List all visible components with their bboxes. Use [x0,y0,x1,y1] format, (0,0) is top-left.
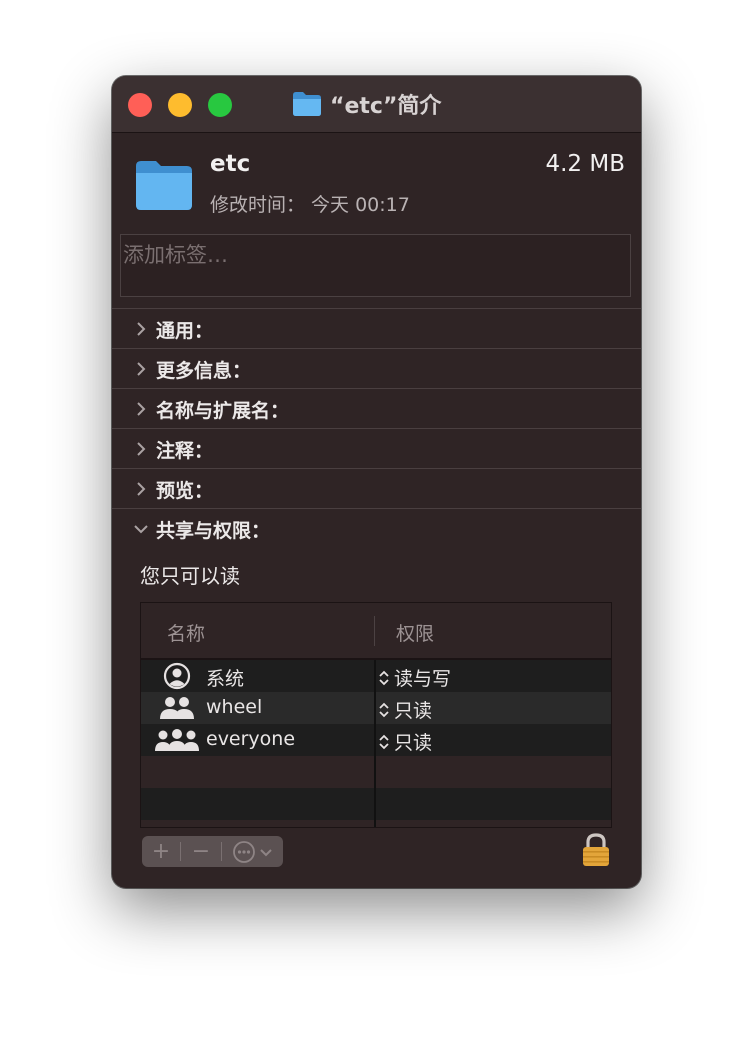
privilege-value: 只读 [394,700,433,722]
add-button[interactable]: + [142,836,180,867]
updown-arrows-icon [379,670,389,685]
permission-note: 您只可以读 [140,564,240,588]
table-row-empty [141,788,611,820]
title-bar[interactable]: “etc”简介 [112,76,641,133]
section-label: 通用： [156,319,214,342]
table-row-empty [141,756,611,788]
table-row[interactable]: 系统 读与写 [141,660,611,692]
section-label: 注释： [156,439,214,462]
window-title-text: “etc”简介 [330,94,442,119]
action-menu-button[interactable] [222,836,282,867]
privilege-popup[interactable]: 读与写 [378,664,451,691]
folder-icon [136,161,192,210]
chevron-down-icon [259,848,272,856]
privilege-popup[interactable]: 只读 [378,728,432,755]
close-button[interactable] [128,93,152,117]
updown-arrows-icon [379,734,389,749]
column-divider [374,616,375,646]
table-row[interactable]: wheel 只读 [141,692,611,724]
user-circle-icon [153,662,201,690]
group-icon [153,694,201,722]
section-preview[interactable]: 预览： [112,468,641,509]
privilege-value: 只读 [394,732,433,754]
chevron-right-icon[interactable] [132,400,150,418]
row-name: 系统 [206,668,245,690]
file-size: 4.2 MB [545,151,625,177]
remove-button[interactable]: − [181,836,221,867]
section-label: 名称与扩展名： [156,399,290,422]
chevron-right-icon[interactable] [132,360,150,378]
info-window: “etc”简介 etc 4.2 MB 修改时间： 今天 00:17 通用： 更多… [112,76,641,888]
tags-input[interactable] [121,235,634,273]
section-label: 共享与权限： [156,519,271,542]
window-title: “etc”简介 [292,88,441,120]
table-row-empty [141,820,611,827]
section-general[interactable]: 通用： [112,308,641,349]
section-sharing-permissions[interactable]: 共享与权限： [112,508,641,549]
column-header-privilege[interactable]: 权限 [396,619,434,646]
permissions-table: 名称 权限 系统 读与写 wheel 只读 everyone 只读 [140,602,612,828]
row-name: everyone [206,728,296,750]
minimize-button[interactable] [168,93,192,117]
section-label: 预览： [156,479,214,502]
zoom-button[interactable] [208,93,232,117]
updown-arrows-icon [379,702,389,717]
permissions-toolbar: + − [142,836,283,867]
section-name-extension[interactable]: 名称与扩展名： [112,388,641,429]
table-row[interactable]: everyone 只读 [141,724,611,756]
file-header: etc 4.2 MB 修改时间： 今天 00:17 [112,133,641,233]
lock-icon[interactable] [580,832,612,868]
section-label: 更多信息： [156,359,252,382]
modified-date: 修改时间： 今天 00:17 [210,194,410,216]
chevron-right-icon[interactable] [132,320,150,338]
column-divider [374,660,376,827]
privilege-popup[interactable]: 只读 [378,696,432,723]
everyone-icon [153,726,201,754]
section-comments[interactable]: 注释： [112,428,641,469]
row-name: wheel [206,696,263,718]
column-header-name[interactable]: 名称 [167,619,205,646]
file-name: etc [210,151,251,177]
chevron-right-icon[interactable] [132,480,150,498]
section-more-info[interactable]: 更多信息： [112,348,641,389]
table-header: 名称 权限 [141,603,611,660]
privilege-value: 读与写 [394,668,452,690]
chevron-down-icon[interactable] [132,520,150,538]
chevron-right-icon[interactable] [132,440,150,458]
folder-icon [293,92,321,116]
tags-field[interactable] [120,234,634,297]
ellipsis-circle-icon [232,840,255,863]
